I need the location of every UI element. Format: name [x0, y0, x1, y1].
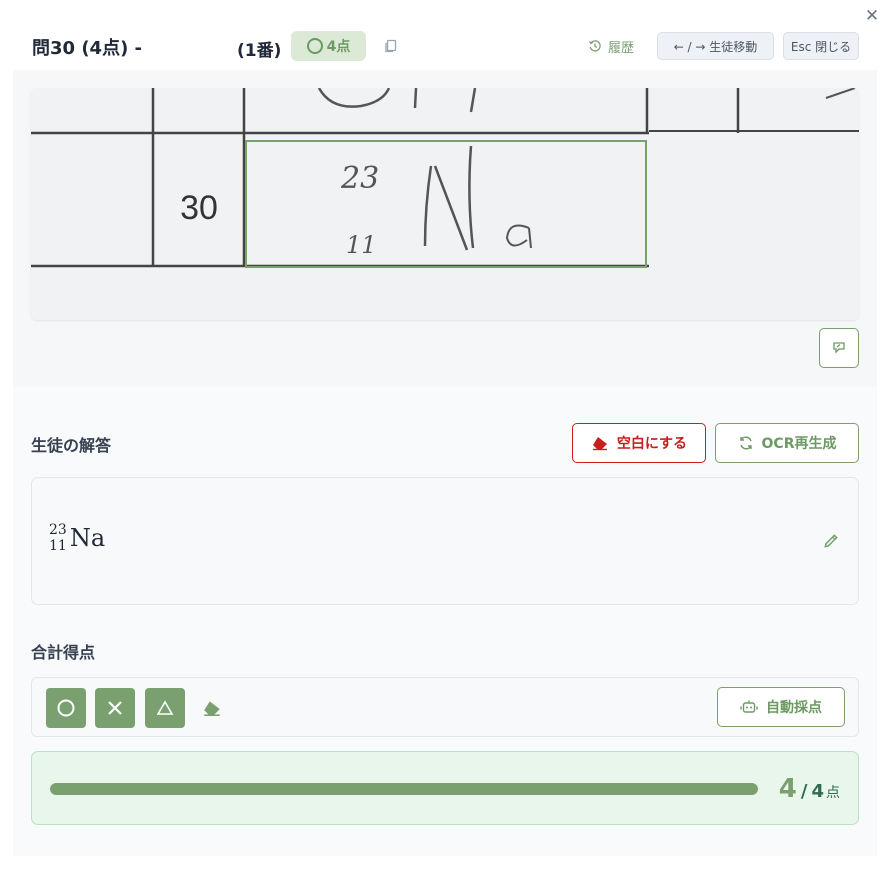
- page-title: 問30 (4点) -: [32, 38, 143, 59]
- scan-atomic-number: 11: [346, 231, 377, 259]
- history-icon: [588, 40, 601, 52]
- answer-image-panel: 30 23 11 Na: [13, 70, 877, 386]
- score-progress-fill: [50, 783, 758, 795]
- annotate-icon: [833, 342, 845, 354]
- circle-icon: [57, 699, 75, 717]
- close-icon[interactable]: ✕: [862, 6, 882, 26]
- robot-icon: [740, 700, 758, 713]
- pencil-icon[interactable]: [822, 532, 840, 550]
- total-score-label: 合計得点: [31, 643, 96, 662]
- refresh-icon: [739, 436, 752, 450]
- mark-blank-label: 空白にする: [616, 436, 688, 452]
- total-score: 4 / 4 点: [779, 774, 840, 804]
- score-badge: 4点: [291, 31, 366, 61]
- history-label: 履歴: [608, 40, 635, 56]
- score-value: 4: [778, 774, 797, 804]
- modal-header: 問30 (4点) - (1番) 4点 履歴 ← / → 生徒移動 Esc 閉じる: [32, 30, 859, 62]
- total-score-box: 4 / 4 点: [31, 751, 859, 825]
- eraser-icon[interactable]: [202, 698, 222, 718]
- score-unit: 点: [826, 785, 840, 801]
- mark-blank-button[interactable]: 空白にする: [572, 423, 706, 463]
- copy-icon[interactable]: [383, 38, 399, 54]
- scan-grid: 30 23 11 Na: [31, 88, 859, 320]
- score-separator: /: [800, 781, 808, 802]
- history-button[interactable]: 履歴: [588, 34, 634, 58]
- mass-number: 23: [49, 522, 67, 538]
- mark-incorrect-button[interactable]: [95, 688, 135, 728]
- atomic-number: 11: [49, 538, 67, 554]
- auto-grade-label: 自動採点: [766, 700, 822, 716]
- student-number: (1番): [237, 41, 282, 61]
- answer-formula: 23 11 Na: [49, 522, 105, 554]
- score-max: 4: [811, 781, 824, 802]
- auto-grade-button[interactable]: 自動採点: [717, 687, 845, 727]
- scan-mass-number: 23: [340, 161, 379, 196]
- eraser-icon: [592, 437, 607, 451]
- mark-partial-button[interactable]: [145, 688, 185, 728]
- student-answer-label: 生徒の解答: [31, 436, 112, 455]
- cross-icon: [108, 701, 122, 715]
- student-nav-hint[interactable]: ← / → 生徒移動: [657, 32, 774, 60]
- mark-correct-button[interactable]: [46, 688, 86, 728]
- regenerate-ocr-label: OCR再生成: [761, 436, 837, 452]
- element-symbol: Na: [69, 524, 106, 552]
- correct-circle-icon: [306, 38, 323, 54]
- close-button[interactable]: Esc 閉じる: [783, 32, 859, 60]
- grade-toolbar: 自動採点: [31, 677, 859, 737]
- regenerate-ocr-button[interactable]: OCR再生成: [715, 423, 859, 463]
- nuclide-indices: 23 11: [49, 522, 67, 554]
- triangle-icon: [156, 700, 174, 715]
- score-progress-bar: [50, 783, 758, 795]
- scanned-answer-image: 30 23 11 Na: [31, 88, 859, 320]
- annotate-button[interactable]: [819, 328, 859, 368]
- student-answer-box: 23 11 Na: [31, 477, 859, 605]
- scan-question-number: 30: [180, 189, 218, 227]
- score-badge-label: 4点: [326, 39, 351, 55]
